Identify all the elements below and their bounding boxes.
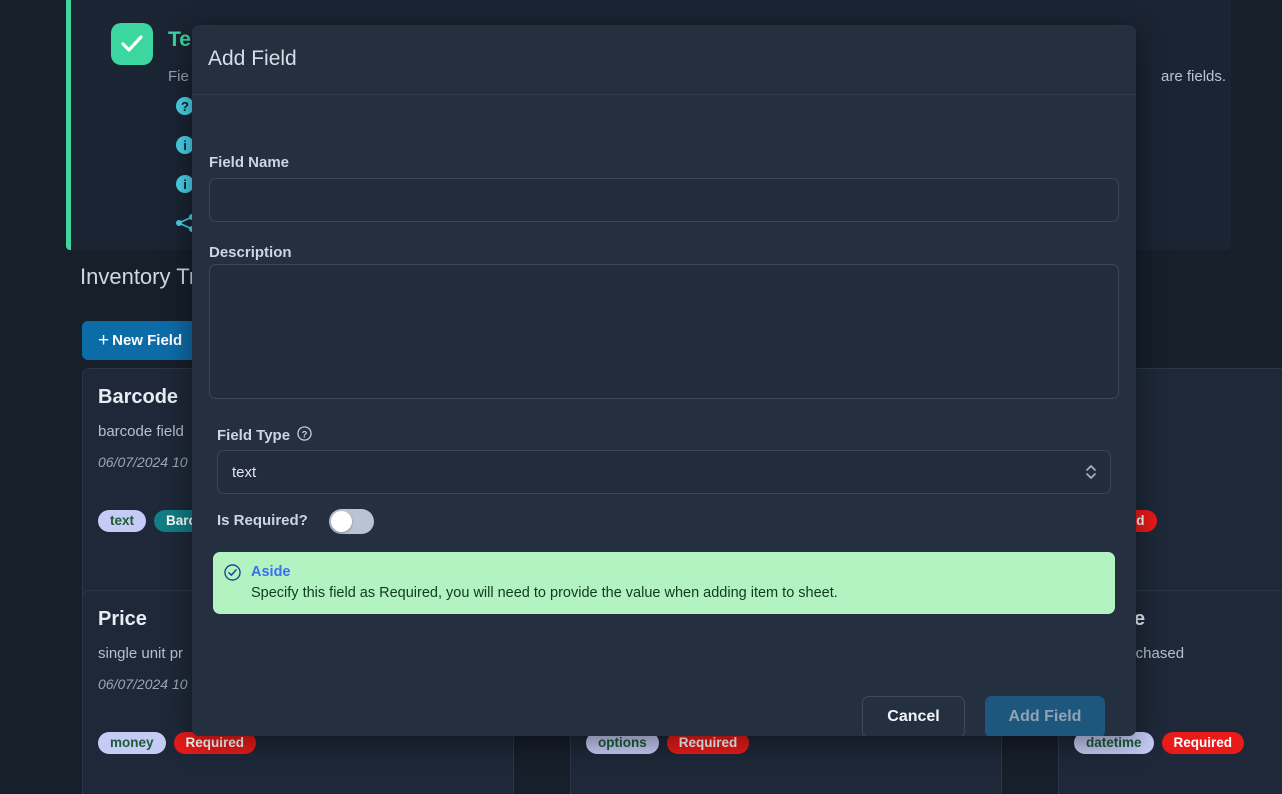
is-required-toggle[interactable] (329, 509, 374, 534)
field-card-title: Barcode (98, 386, 179, 408)
status-badge: text (98, 510, 147, 532)
cancel-button[interactable]: Cancel (862, 696, 965, 736)
add-field-modal: Add Field Field Name Description Field T… (192, 25, 1136, 736)
aside-info-box: Aside Specify this field as Required, yo… (213, 552, 1115, 614)
description-textarea[interactable] (209, 264, 1119, 399)
field-name-input[interactable] (209, 178, 1119, 222)
new-field-button[interactable]: + New Field (82, 321, 199, 360)
status-badge: money (98, 732, 166, 754)
question-circle-icon[interactable]: ? (297, 426, 312, 445)
toggle-knob (331, 511, 352, 532)
field-card-title: Price (98, 608, 147, 630)
plus-icon: + (98, 330, 110, 351)
svg-text:?: ? (302, 429, 308, 439)
modal-title: Add Field (208, 47, 297, 70)
field-card-date: 06/07/2024 10 (98, 676, 188, 692)
aside-text: Specify this field as Required, you will… (251, 585, 838, 601)
field-card-description: single unit pr (98, 645, 184, 662)
description-label: Description (209, 244, 292, 261)
modal-body: Field Name Description Field Type ? text… (192, 95, 1136, 736)
page-title: Inventory Tr (80, 264, 197, 289)
app-root: Template Fie are fields. ? i (0, 0, 1282, 794)
check-square-icon (111, 23, 153, 65)
svg-text:?: ? (181, 99, 189, 114)
field-card-date: 06/07/2024 10 (98, 454, 188, 470)
field-name-label: Field Name (209, 154, 290, 171)
field-type-select[interactable]: textmoneyoptionsdatetimenumberboolean (217, 450, 1111, 494)
alert-right-text: are fields. (1161, 68, 1227, 85)
modal-footer: Cancel Add Field (192, 696, 1136, 736)
is-required-label: Is Required? (217, 512, 308, 529)
field-type-select-wrapper: textmoneyoptionsdatetimenumberboolean (217, 450, 1111, 494)
status-badge: Required (1161, 732, 1245, 754)
modal-header: Add Field (192, 25, 1136, 95)
check-circle-icon (224, 564, 241, 586)
field-type-label-group: Field Type ? (217, 426, 312, 445)
svg-text:i: i (183, 177, 187, 192)
add-field-submit-button[interactable]: Add Field (985, 696, 1105, 736)
new-field-button-label: New Field (112, 332, 183, 349)
alert-subtitle: Fie (168, 68, 189, 85)
aside-title: Aside (251, 564, 291, 580)
field-card-description: barcode field (98, 423, 184, 440)
svg-text:i: i (183, 138, 187, 153)
field-type-label: Field Type (217, 427, 291, 444)
